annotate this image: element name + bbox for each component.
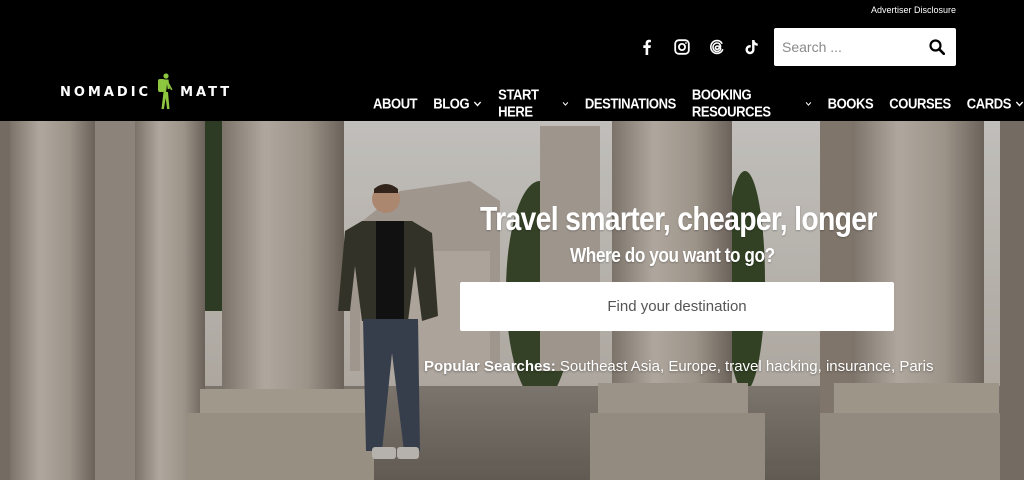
popular-link-paris[interactable]: Paris [899,358,933,375]
site-logo[interactable]: NOMADIC MATT [60,72,232,112]
nav-item-booking-resources[interactable]: BOOKING RESOURCES [692,86,812,120]
popular-searches: Popular Searches: Southeast Asia, Europe… [424,358,934,375]
tiktok-icon[interactable] [742,37,761,56]
logo-text-nomadic: NOMADIC [60,84,152,100]
main-nav: ABOUT BLOG START HERE DESTINATIONS BOOKI… [373,86,1024,120]
search-input[interactable] [774,39,914,55]
chevron-down-icon [562,101,569,106]
chevron-down-icon [1015,100,1024,107]
threads-icon[interactable] [707,37,726,56]
destination-search-input[interactable] [460,282,894,331]
hero-subtitle: Where do you want to go? [570,245,775,267]
hero-title: Travel smarter, cheaper, longer [480,200,877,237]
popular-link-europe[interactable]: Europe [668,358,716,375]
nav-item-destinations[interactable]: DESTINATIONS [585,95,676,112]
nav-label: BOOKING RESOURCES [691,86,771,120]
popular-link-travel-hacking[interactable]: travel hacking [725,358,818,375]
nav-item-cards[interactable]: CARDS [966,94,1024,112]
nav-label: BLOG [433,94,470,112]
nav-item-start-here[interactable]: START HERE [498,86,569,120]
chevron-down-icon [474,100,482,107]
nav-item-courses[interactable]: COURSES [889,95,951,112]
nav-item-books[interactable]: BOOKS [828,95,874,112]
separator: , [817,358,826,375]
chevron-down-icon [805,101,811,106]
nav-label: COURSES [889,94,951,112]
nav-label: ABOUT [373,94,418,112]
popular-link-insurance[interactable]: insurance [826,358,891,375]
search-icon[interactable] [929,39,946,56]
nav-item-blog[interactable]: BLOG [433,94,482,112]
nav-label: DESTINATIONS [584,94,676,112]
advertiser-disclosure-link[interactable]: Advertiser Disclosure [871,5,956,15]
backpacker-logo-icon [158,73,173,109]
separator: , [716,358,726,375]
hero-section: Travel smarter, cheaper, longer Where do… [0,121,1024,480]
popular-link-southeast-asia[interactable]: Southeast Asia [560,358,660,375]
popular-searches-label: Popular Searches: [424,358,560,375]
facebook-icon[interactable] [637,37,656,56]
site-header: Advertiser Disclosure NOMADIC [0,0,1024,121]
social-links [637,37,761,56]
instagram-icon[interactable] [672,37,691,56]
header-search [774,28,956,66]
nav-item-about[interactable]: ABOUT [373,94,418,112]
nav-label: BOOKS [827,94,874,112]
nav-label: CARDS [966,94,1012,112]
logo-text-matt: MATT [180,84,233,100]
nav-label: START HERE [498,86,539,120]
